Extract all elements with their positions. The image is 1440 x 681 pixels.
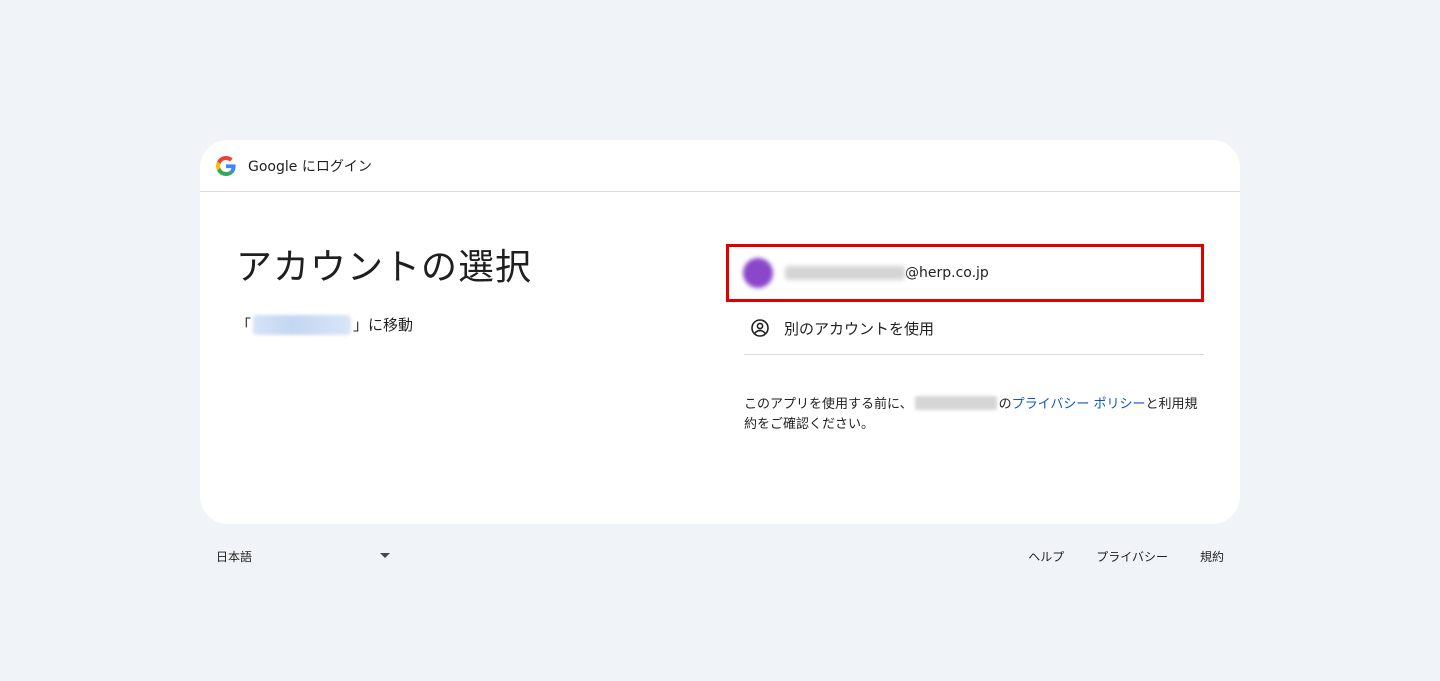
account-email-domain: @herp.co.jp <box>905 265 989 281</box>
account-item[interactable]: @herp.co.jp <box>726 244 1204 302</box>
login-card: Google にログイン アカウントの選択 「 」に移動 @herp.co.jp… <box>200 140 1240 524</box>
left-panel: アカウントの選択 「 」に移動 <box>236 244 676 335</box>
policy-text-before: このアプリを使用する前に、 <box>744 397 913 412</box>
footer-links: ヘルプ プライバシー 規約 <box>1028 540 1224 572</box>
footer: 日本語 ヘルプ プライバシー 規約 <box>200 540 1240 572</box>
person-circle-icon <box>750 318 770 338</box>
policy-notice: このアプリを使用する前に、 のプライバシー ポリシーと利用規約をご確認ください。 <box>744 395 1204 435</box>
dropdown-arrow-icon <box>380 553 390 558</box>
use-another-account-label: 別のアカウントを使用 <box>784 319 935 338</box>
header-title: Google にログイン <box>248 158 372 175</box>
help-link[interactable]: ヘルプ <box>1028 548 1064 565</box>
avatar <box>743 258 773 288</box>
redacted-app-name[interactable] <box>253 314 352 335</box>
google-g-icon <box>216 155 236 176</box>
continue-suffix: 」に移動 <box>353 316 414 334</box>
redacted-developer-name <box>914 396 997 410</box>
page-title: アカウントの選択 <box>236 247 533 288</box>
privacy-link[interactable]: プライバシー <box>1096 548 1168 565</box>
policy-text-of: の <box>998 397 1012 412</box>
continue-prefix: 「 <box>236 316 252 334</box>
redacted-email-local-part <box>785 266 905 280</box>
language-label: 日本語 <box>216 549 253 564</box>
card-header: Google にログイン <box>200 140 1240 192</box>
language-select[interactable]: 日本語 <box>200 540 390 572</box>
use-another-account-button[interactable]: 別のアカウントを使用 <box>744 302 1204 355</box>
privacy-policy-link[interactable]: プライバシー ポリシー <box>1012 397 1146 412</box>
right-panel: @herp.co.jp 別のアカウントを使用 このアプリを使用する前に、 のプライ… <box>726 244 1204 435</box>
terms-link[interactable]: 規約 <box>1200 548 1224 565</box>
continue-to-app: 「 」に移動 <box>236 314 676 335</box>
